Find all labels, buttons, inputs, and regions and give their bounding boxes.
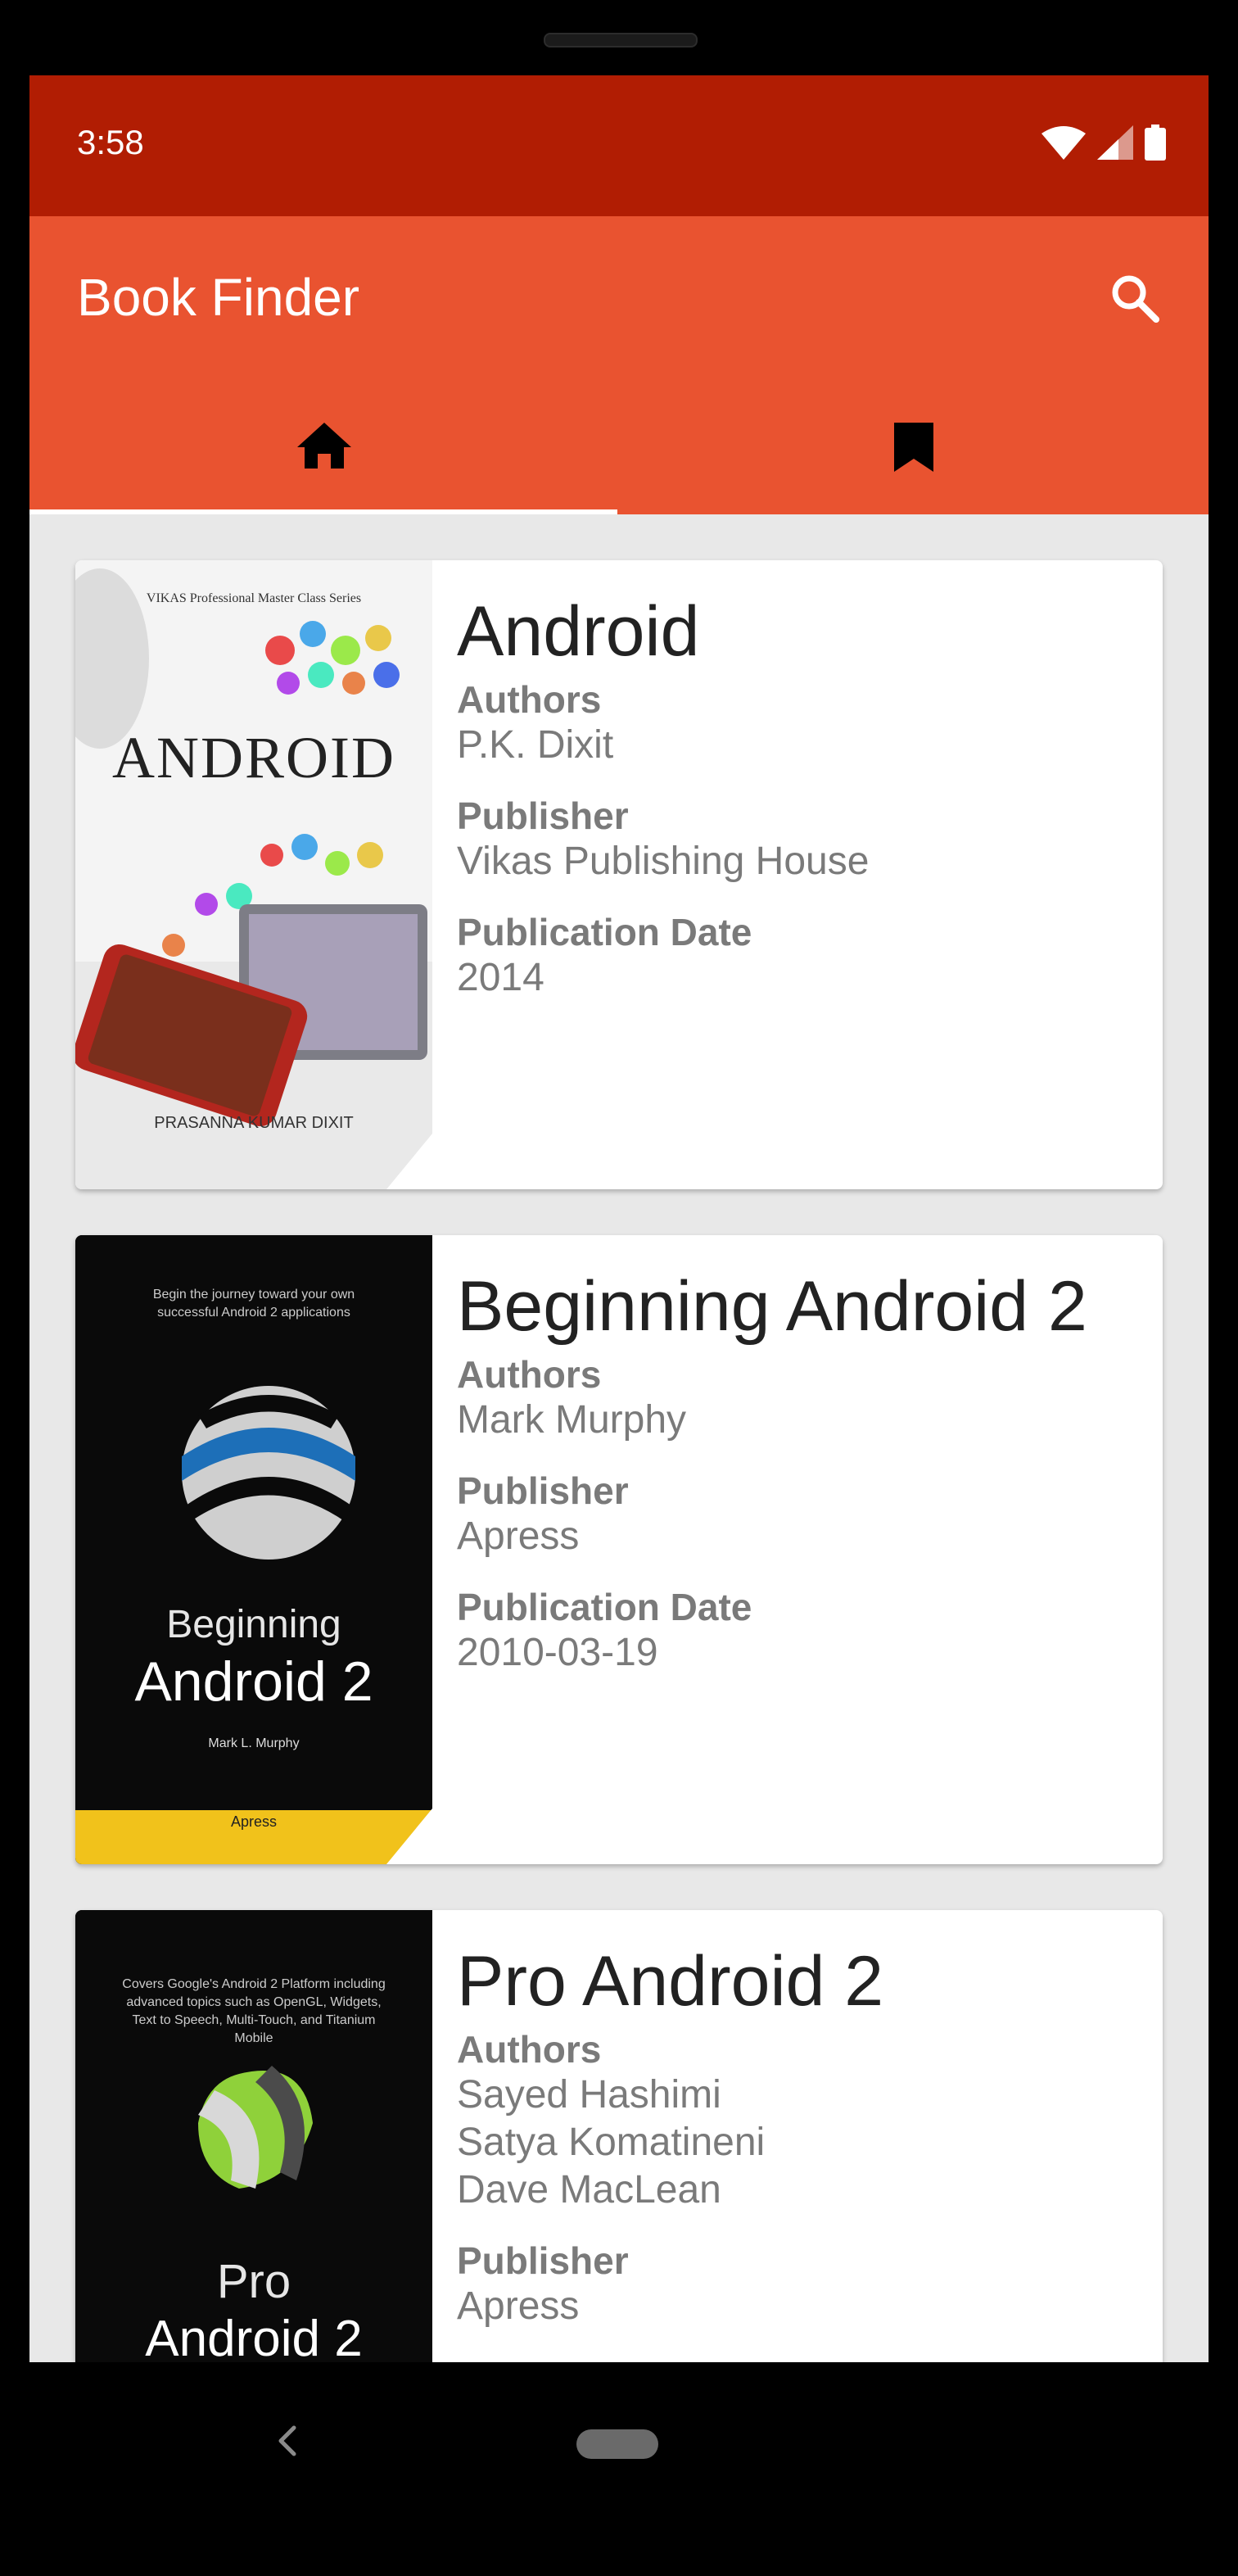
author-name: Mark Murphy xyxy=(457,1397,687,1442)
book-title: Beginning Android 2 xyxy=(457,1267,1087,1346)
publisher-label: Publisher xyxy=(457,2239,629,2282)
cover-title-line1: Beginning xyxy=(166,1603,341,1646)
authors-label: Authors xyxy=(457,2027,602,2071)
home-icon xyxy=(297,423,351,469)
book-card[interactable]: Begin the journey toward your own succes… xyxy=(75,1235,1163,1864)
book-info: Pro Android 2 Authors Sayed Hashimi Saty… xyxy=(457,1943,1146,2355)
cell-signal-icon xyxy=(1097,125,1133,160)
book-info: Android Authors P.K. Dixit Publisher Vik… xyxy=(457,593,1146,1026)
authors-group: Authors Sayed Hashimi Satya Komatineni D… xyxy=(457,2027,1146,2214)
app-title: Book Finder xyxy=(77,268,360,327)
cover-author: Mark L. Murphy xyxy=(208,1736,300,1750)
back-icon xyxy=(278,2425,296,2456)
cover-title-line2: Android 2 xyxy=(145,2311,363,2362)
tab-home[interactable] xyxy=(29,388,619,514)
status-icons xyxy=(1041,124,1166,161)
book-card[interactable]: VIKAS Professional Master Class Series A… xyxy=(75,560,1163,1189)
publication-date-label: Publication Date xyxy=(457,1585,752,1628)
publication-date-label: Publication Date xyxy=(457,910,752,953)
publisher-name: Apress xyxy=(457,1514,580,1558)
back-button[interactable] xyxy=(262,2416,311,2465)
authors-group: Authors Mark Murphy xyxy=(457,1352,1146,1444)
author-name: Satya Komatineni xyxy=(457,2120,766,2164)
book-title: Android xyxy=(457,592,700,671)
publisher-name: Apress xyxy=(457,2284,580,2328)
book-cover: Covers Google's Android 2 Platform inclu… xyxy=(75,1910,432,2362)
authors-label: Authors xyxy=(457,1352,602,1396)
authors-label: Authors xyxy=(457,677,602,721)
cover-series: VIKAS Professional Master Class Series xyxy=(146,591,362,605)
cover-author: PRASANNA KUMAR DIXIT xyxy=(154,1114,354,1132)
search-icon xyxy=(1112,275,1159,323)
book-card[interactable]: Covers Google's Android 2 Platform inclu… xyxy=(75,1910,1163,2362)
book-title: Pro Android 2 xyxy=(457,1942,884,2021)
cover-title-line1: Pro xyxy=(216,2255,291,2308)
active-tab-indicator xyxy=(29,509,617,514)
publisher-group: Publisher Apress xyxy=(457,1469,1146,1560)
tab-bookmarks[interactable] xyxy=(619,388,1209,514)
status-time: 3:58 xyxy=(77,123,144,161)
book-cover: VIKAS Professional Master Class Series A… xyxy=(75,560,432,1189)
cover-tagline: Covers Google's Android 2 Platform inclu… xyxy=(122,1977,386,2045)
status-bar: 3:58 xyxy=(29,75,1209,216)
publisher-group: Publisher Vikas Publishing House xyxy=(457,794,1146,885)
app-bar: Book Finder xyxy=(29,216,1209,514)
publisher-name: Vikas Publishing House xyxy=(457,839,870,883)
earpiece-speaker xyxy=(544,33,698,48)
publication-date: 2014 xyxy=(457,955,544,999)
screen: 3:58 Book Finder VIKAS Professional Mast… xyxy=(29,75,1209,2362)
publication-date: 2010-03-19 xyxy=(457,1630,658,1674)
book-cover: Begin the journey toward your own succes… xyxy=(75,1235,432,1864)
date-group: Publication Date 2010-03-19 xyxy=(457,1585,1146,1677)
publisher-label: Publisher xyxy=(457,794,629,837)
wifi-icon xyxy=(1041,126,1086,160)
cover-art xyxy=(75,560,432,1189)
authors-group: Authors P.K. Dixit xyxy=(457,677,1146,769)
battery-icon xyxy=(1145,124,1166,161)
home-gesture-pill[interactable] xyxy=(576,2429,658,2459)
cover-tagline: Begin the journey toward your own succes… xyxy=(152,1288,355,1320)
publisher-group: Publisher Apress xyxy=(457,2239,1146,2330)
system-nav-bar xyxy=(0,2362,1238,2576)
search-button[interactable] xyxy=(1102,265,1168,331)
date-group: Publication Date 2014 xyxy=(457,910,1146,1002)
author-name: Dave MacLean xyxy=(457,2167,721,2212)
phone-frame: 3:58 Book Finder VIKAS Professional Mast… xyxy=(0,0,1238,2576)
book-info: Beginning Android 2 Authors Mark Murphy … xyxy=(457,1268,1146,1701)
cover-title: ANDROID xyxy=(112,725,395,790)
publisher-label: Publisher xyxy=(457,1469,629,1512)
bookmark-icon xyxy=(894,423,933,472)
cover-title-line2: Android 2 xyxy=(134,1650,373,1713)
author-name: Sayed Hashimi xyxy=(457,2072,721,2116)
author-name: P.K. Dixit xyxy=(457,722,614,767)
cover-publisher: Apress xyxy=(230,1813,278,1830)
cover-art xyxy=(75,1235,432,1864)
